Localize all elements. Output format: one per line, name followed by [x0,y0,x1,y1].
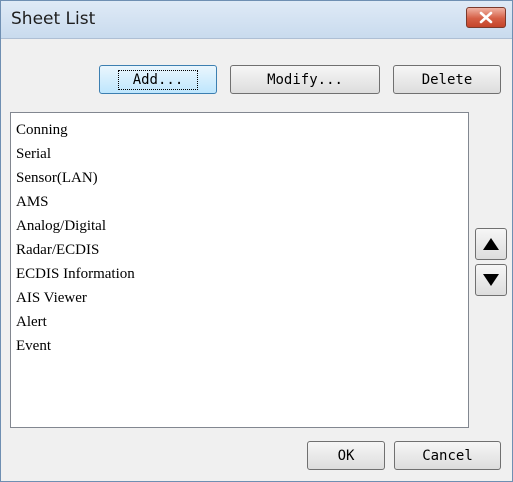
move-down-button[interactable] [475,264,507,296]
cancel-button[interactable]: Cancel [394,441,501,470]
list-item-event[interactable]: Event [16,334,135,358]
list-item-conning[interactable]: Conning [16,118,135,142]
list-item-alert[interactable]: Alert [16,310,135,334]
delete-button[interactable]: Delete [393,65,501,94]
list-item-ecdis-information[interactable]: ECDIS Information [16,262,135,286]
list-item-analog-digital[interactable]: Analog/Digital [16,214,135,238]
dialog-title: Sheet List [11,9,96,29]
move-up-button[interactable] [475,228,507,260]
close-icon [479,11,493,24]
sheet-list-dialog: Sheet List Add... Modify... Delete Conni… [0,0,513,482]
cancel-button-label: Cancel [422,447,473,464]
modify-button-label: Modify... [267,71,343,88]
arrow-up-icon [483,238,499,250]
title-bar: Sheet List [1,1,512,39]
list-item-radar-ecdis[interactable]: Radar/ECDIS [16,238,135,262]
ok-button[interactable]: OK [307,441,385,470]
modify-button[interactable]: Modify... [230,65,380,94]
add-button[interactable]: Add... [99,65,217,94]
add-button-label: Add... [117,69,199,90]
list-item-ams[interactable]: AMS [16,190,135,214]
arrow-down-icon [483,274,499,286]
sheet-list-items: Conning Serial Sensor(LAN) AMS Analog/Di… [16,118,135,358]
close-button[interactable] [466,7,506,28]
ok-button-label: OK [337,447,355,464]
sheet-listbox[interactable]: Conning Serial Sensor(LAN) AMS Analog/Di… [10,112,469,428]
list-item-serial[interactable]: Serial [16,142,135,166]
list-item-sensor-lan[interactable]: Sensor(LAN) [16,166,135,190]
list-item-ais-viewer[interactable]: AIS Viewer [16,286,135,310]
delete-button-label: Delete [421,71,473,88]
